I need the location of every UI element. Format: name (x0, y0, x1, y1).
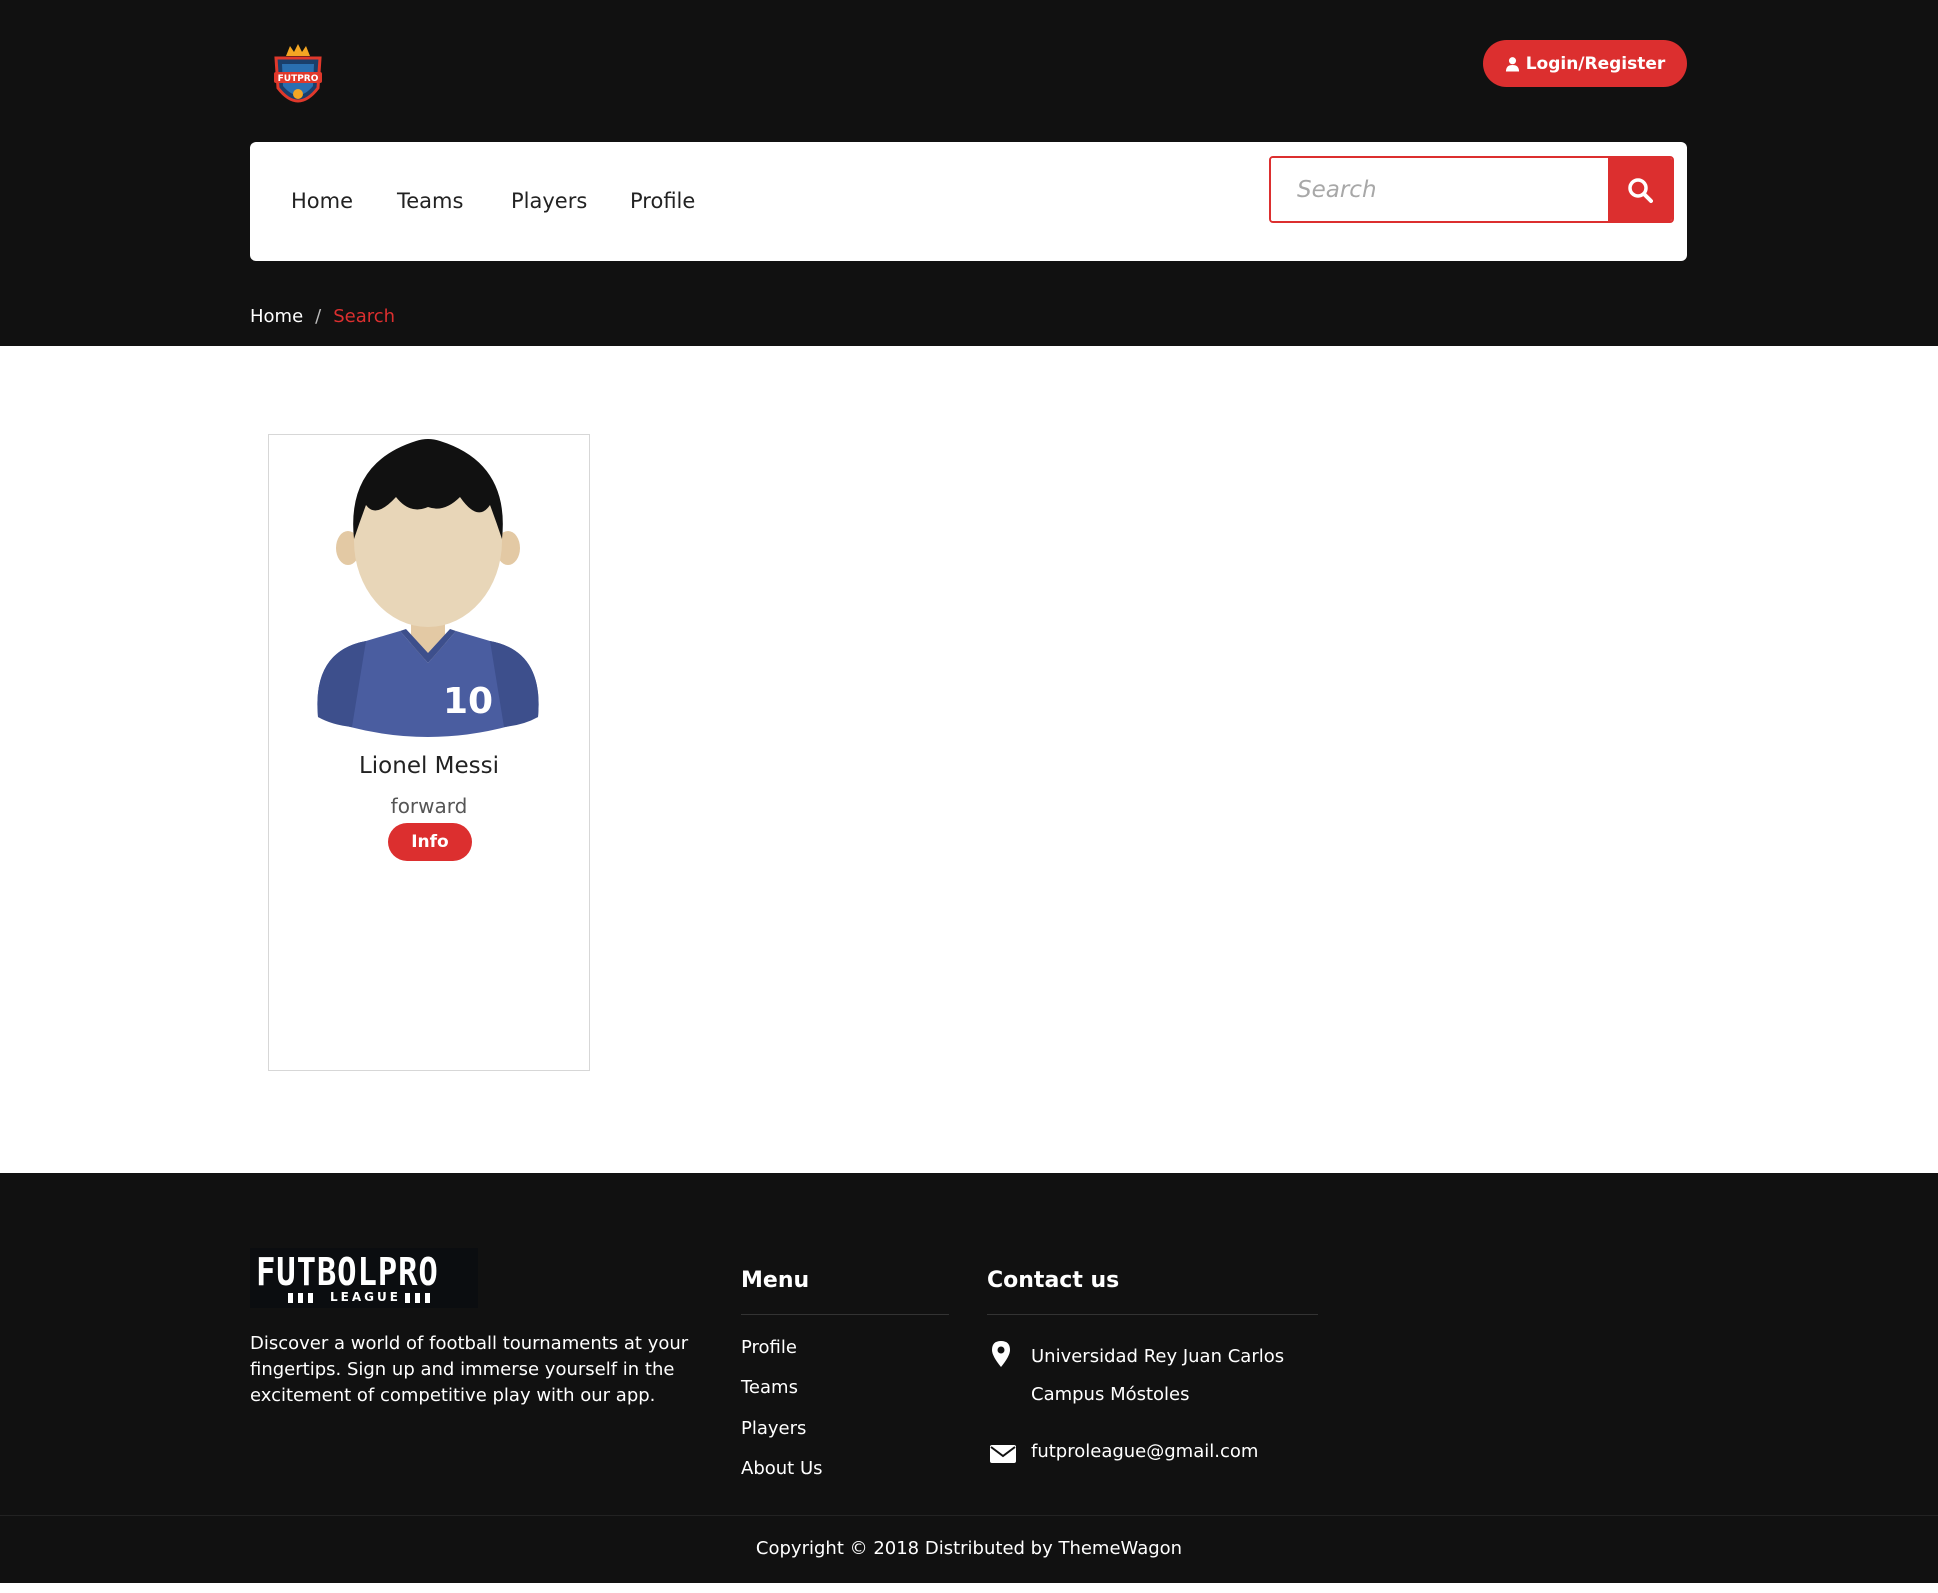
login-register-label: Login/Register (1525, 53, 1666, 74)
footer-logo-text: FUTBOLPRO (256, 1250, 439, 1294)
footer-logo-bars-right (405, 1293, 430, 1303)
player-card: 10 Lionel Messi forward Info (268, 434, 590, 1071)
envelope-icon (990, 1445, 1016, 1463)
footer-link-about-us[interactable]: About Us (741, 1458, 823, 1479)
footer-menu-divider (741, 1314, 949, 1315)
map-marker-icon (992, 1341, 1010, 1367)
main-navbar: Home Teams Players Profile (250, 142, 1687, 261)
footer-address-line2: Campus Móstoles (1031, 1384, 1190, 1405)
search-icon (1628, 177, 1653, 203)
breadcrumb-home-link[interactable]: Home (250, 306, 303, 327)
login-register-button[interactable]: Login/Register (1483, 40, 1687, 87)
site-footer: FUTBOLPRO LEAGUE Discover a world of foo… (0, 1173, 1938, 1583)
user-icon (1505, 56, 1519, 71)
nav-item-home[interactable]: Home (291, 142, 353, 261)
breadcrumb: Home / Search (250, 306, 395, 327)
footer-link-teams[interactable]: Teams (741, 1377, 798, 1398)
nav-item-profile[interactable]: Profile (630, 142, 695, 261)
player-position: forward (390, 794, 468, 818)
player-info-button[interactable]: Info (388, 823, 472, 861)
nav-item-players[interactable]: Players (511, 142, 587, 261)
footer-link-profile[interactable]: Profile (741, 1337, 797, 1358)
footer-logo-bars-left (288, 1293, 313, 1303)
footer-copyright: Copyright © 2018 Distributed by ThemeWag… (755, 1538, 1183, 1559)
footer-bottom-divider (0, 1515, 1938, 1516)
site-header: FUTPRO Login/Register Home Teams Players… (0, 0, 1938, 346)
player-name: Lionel Messi (358, 753, 500, 779)
footer-description: Discover a world of football tournaments… (250, 1333, 689, 1406)
footer-link-players[interactable]: Players (741, 1418, 806, 1439)
footer-logo-subtext: LEAGUE (330, 1290, 401, 1304)
player-avatar: 10 (317, 439, 539, 737)
search-input[interactable] (1271, 158, 1608, 221)
futpro-logo[interactable]: FUTPRO (268, 42, 328, 118)
nav-item-teams[interactable]: Teams (397, 142, 463, 261)
jersey-number: 10 (443, 681, 493, 722)
search-button[interactable] (1608, 158, 1672, 221)
footer-contact-title: Contact us (987, 1268, 1120, 1293)
footer-menu-title: Menu (741, 1268, 810, 1293)
search-form (1269, 156, 1674, 223)
breadcrumb-separator: / (315, 306, 322, 327)
footer-email-link[interactable]: futproleague@gmail.com (1031, 1441, 1258, 1462)
svg-text:FUTPRO: FUTPRO (278, 74, 319, 84)
footer-logo: FUTBOLPRO LEAGUE (250, 1248, 478, 1308)
footer-contact-divider (987, 1314, 1318, 1315)
breadcrumb-current: Search (333, 306, 396, 327)
footer-address-line1: Universidad Rey Juan Carlos (1031, 1346, 1285, 1367)
